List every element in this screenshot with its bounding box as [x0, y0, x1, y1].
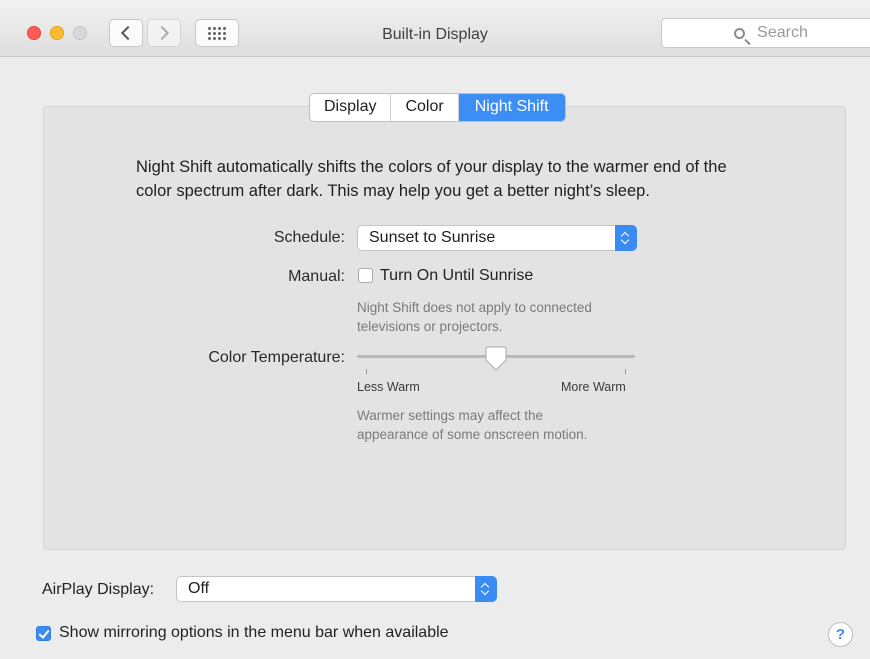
manual-checkbox-label[interactable]: Turn On Until Sunrise [380, 267, 533, 285]
temperature-note: Warmer settings may affect the appearanc… [357, 406, 587, 444]
color-temperature-label: Color Temperature: [208, 349, 345, 366]
mirroring-label[interactable]: Show mirroring options in the menu bar w… [59, 624, 449, 642]
manual-note: Night Shift does not apply to connected … [357, 298, 592, 336]
search-field[interactable]: Search [661, 18, 870, 48]
tab-night-shift[interactable]: Night Shift [458, 94, 565, 121]
temperature-slider-thumb[interactable] [485, 346, 507, 371]
airplay-select[interactable]: Off [176, 576, 497, 602]
mirroring-checkbox[interactable] [36, 626, 51, 641]
description-line-1: Night Shift automatically shifts the col… [136, 158, 727, 176]
manual-note-line-1: Night Shift does not apply to connected [357, 300, 592, 315]
checkmark-icon [38, 627, 50, 639]
schedule-value: Sunset to Sunrise [369, 229, 496, 246]
description-line-2: color spectrum after dark. This may help… [136, 182, 650, 200]
night-shift-description: Night Shift automatically shifts the col… [136, 155, 836, 203]
slider-tick-max [625, 369, 626, 374]
manual-note-line-2: televisions or projectors. [357, 319, 503, 334]
airplay-label: AirPlay Display: [42, 581, 155, 598]
less-warm-label: Less Warm [357, 380, 420, 394]
tab-display[interactable]: Display [310, 94, 392, 121]
temperature-note-line-1: Warmer settings may affect the [357, 408, 544, 423]
stepper-arrows-icon [475, 576, 497, 602]
schedule-select[interactable]: Sunset to Sunrise [357, 225, 637, 251]
slider-tick-min [366, 369, 367, 374]
schedule-label: Schedule: [273, 229, 345, 246]
manual-checkbox[interactable] [358, 268, 373, 283]
help-button[interactable]: ? [828, 622, 853, 647]
search-icon [734, 27, 746, 39]
airplay-value: Off [188, 580, 210, 597]
tab-bar: Display Color Night Shift [309, 93, 566, 122]
title-bar: Built-in Display Search [0, 0, 870, 57]
stepper-arrows-icon [615, 225, 637, 251]
temperature-note-line-2: appearance of some onscreen motion. [357, 427, 588, 442]
search-placeholder: Search [757, 24, 808, 41]
tab-color[interactable]: Color [391, 94, 459, 121]
manual-label: Manual: [288, 268, 345, 285]
more-warm-label: More Warm [561, 380, 626, 394]
